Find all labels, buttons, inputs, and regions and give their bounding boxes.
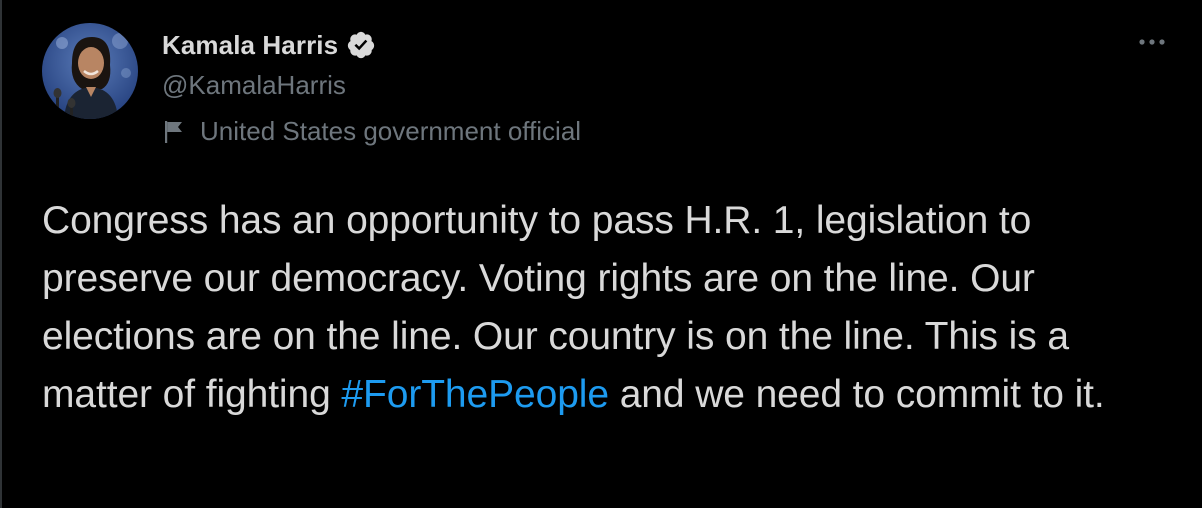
more-options-icon (1139, 39, 1165, 45)
verified-badge-icon (346, 30, 376, 60)
more-options-button[interactable] (1134, 30, 1170, 54)
author-name-row: Kamala Harris (162, 27, 376, 63)
hashtag-link[interactable]: #ForThePeople (341, 373, 609, 416)
government-label: United States government official (164, 116, 581, 147)
flag-icon (164, 120, 186, 144)
author-handle[interactable]: @KamalaHarris (162, 70, 346, 101)
tweet-card: Kamala Harris @KamalaHarris United State… (0, 0, 1202, 508)
avatar-image (42, 23, 138, 119)
tweet-text: Congress has an opportunity to pass H.R.… (42, 192, 1182, 424)
avatar[interactable] (42, 23, 138, 119)
government-label-text: United States government official (200, 116, 582, 146)
author-display-name[interactable]: Kamala Harris (162, 30, 338, 61)
tweet-text-after: and we need to commit to it. (608, 373, 1105, 416)
